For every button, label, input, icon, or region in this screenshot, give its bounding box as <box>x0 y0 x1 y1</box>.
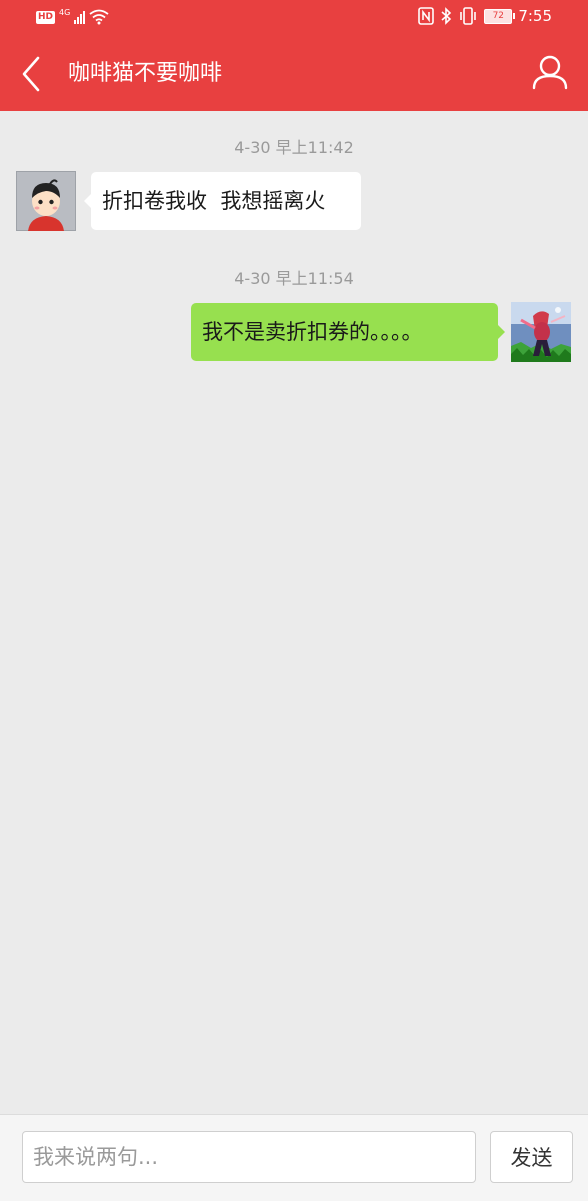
app-header: HD 4G 72 7:55 咖啡猫不要咖啡 <box>0 0 588 111</box>
message-bubble-received[interactable]: 折扣卷我收 我想摇离火 <box>84 172 361 230</box>
bluetooth-icon <box>441 7 452 25</box>
page-title: 咖啡猫不要咖啡 <box>68 61 223 86</box>
status-bar-left: HD 4G <box>36 7 109 25</box>
nfc-icon <box>418 7 435 25</box>
back-button[interactable] <box>14 52 48 96</box>
message-composer: 发送 <box>0 1114 588 1201</box>
battery-icon: 72 <box>484 8 516 24</box>
message-timestamp: 4-30 早上11:42 <box>234 138 354 157</box>
profile-button[interactable] <box>530 52 570 92</box>
status-bar: HD 4G 72 7:55 <box>0 0 588 36</box>
clock: 7:55 <box>518 7 552 25</box>
back-icon <box>22 56 40 92</box>
hd-badge: HD <box>36 10 56 24</box>
contact-avatar[interactable] <box>16 171 76 231</box>
status-bar-right: 72 7:55 <box>418 7 552 25</box>
wifi-icon <box>89 9 109 25</box>
signal-icon <box>74 10 86 24</box>
message-timestamp: 4-30 早上11:54 <box>234 269 354 288</box>
vibrate-icon <box>460 7 477 25</box>
network-type: 4G <box>59 7 71 17</box>
message-bubble-sent[interactable]: 我不是卖折扣券的。。。。 <box>191 303 505 361</box>
my-avatar[interactable] <box>511 302 571 362</box>
send-button[interactable]: 发送 <box>490 1131 573 1183</box>
title-bar: 咖啡猫不要咖啡 <box>0 36 588 111</box>
message-input[interactable] <box>22 1131 476 1183</box>
profile-icon <box>532 55 568 90</box>
